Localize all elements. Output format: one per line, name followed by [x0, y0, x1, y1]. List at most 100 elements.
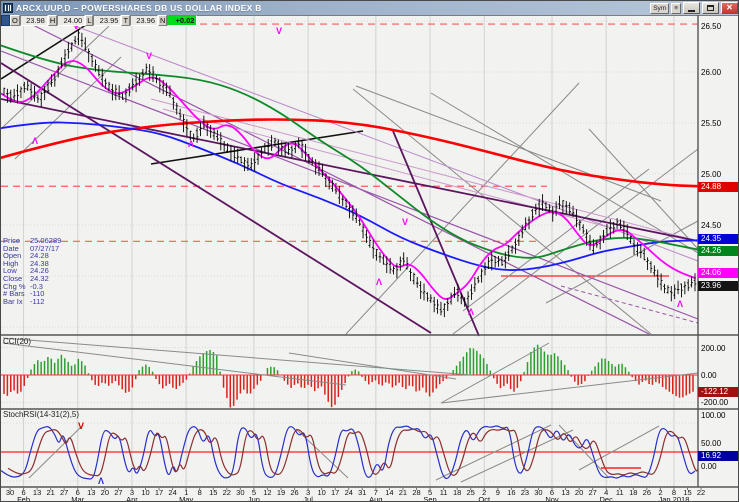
- quote-label: H: [48, 15, 57, 26]
- tick-day-label: 26: [290, 488, 298, 497]
- close-icon: ✕: [726, 4, 733, 12]
- tick-day-label: 9: [496, 488, 500, 497]
- tick-day-label: 27: [114, 488, 122, 497]
- tick-day-label: 13: [33, 488, 41, 497]
- quote-label: O: [10, 15, 20, 26]
- trendline[interactable]: [431, 93, 698, 253]
- tick-day-label: 21: [399, 488, 407, 497]
- tick-day-label: 31: [358, 488, 366, 497]
- tick-day-label: 18: [629, 488, 637, 497]
- close-button[interactable]: ✕: [721, 2, 738, 14]
- tick-day-label: 20: [101, 488, 109, 497]
- tick-month-label: Jun: [248, 495, 260, 502]
- restore-icon: [707, 5, 714, 11]
- stoch-pivot-marker: Λ: [98, 476, 104, 486]
- price-axis[interactable]: 26.5026.0025.5025.0024.50200.000.00-200.…: [698, 15, 739, 487]
- tick-day-label: 13: [561, 488, 569, 497]
- pivot-marker: Λ: [468, 307, 474, 317]
- pivot-marker: Λ: [677, 299, 683, 309]
- time-axis[interactable]: 306Feb1321276Mar1320273Apr1017241May8152…: [6, 487, 705, 502]
- tick-day-label: 27: [588, 488, 596, 497]
- tick-day-label: 24: [345, 488, 353, 497]
- axis-label: 50.00: [701, 439, 721, 448]
- pivot-marker: V: [146, 51, 152, 61]
- cci-histogram: [4, 345, 693, 408]
- tick-day-label: 24: [168, 488, 176, 497]
- MA-magenta-10: [1, 61, 695, 299]
- quote-field-T: T23.96: [121, 15, 158, 26]
- quote-field-H: H24.00: [48, 15, 85, 26]
- tick-day-label: 15: [683, 488, 691, 497]
- axis-label: 0.00: [701, 371, 717, 380]
- tick-day-label: 17: [155, 488, 163, 497]
- trendline[interactable]: [1, 51, 698, 319]
- quote-bar: O23.98H24.00L23.95T23.96N+0.02: [1, 15, 197, 26]
- tick-day-label: 10: [317, 488, 325, 497]
- chart-canvas[interactable]: VVVVΛΛΛΛΛVΛ306Feb1321276Mar1320273Apr101…: [1, 1, 739, 502]
- cci-trendline[interactable]: [3, 338, 471, 375]
- quote-value: 23.98: [20, 15, 48, 26]
- trendline[interactable]: [356, 86, 661, 201]
- cci-pane-label: CCI(20): [3, 337, 31, 346]
- axis-value-badge: 24.88: [698, 182, 739, 192]
- data-readout-panel: Price25.06289Date07/27/17Open24.28High24…: [3, 237, 61, 305]
- candlestick-chart-icon: [3, 3, 13, 13]
- axis-value-badge: -122.12: [698, 387, 739, 397]
- quote-label: N: [158, 15, 167, 26]
- tick-month-label: Mar: [71, 495, 84, 502]
- pivot-marker: V: [276, 26, 282, 36]
- quote-label: T: [121, 15, 130, 26]
- minimize-button[interactable]: [683, 2, 700, 14]
- pivot-marker: Λ: [376, 277, 382, 287]
- axis-value-badge: 24.06: [698, 268, 739, 278]
- restore-button[interactable]: [702, 2, 719, 14]
- MA-green-20: [1, 46, 698, 258]
- axis-label: 25.00: [701, 170, 721, 179]
- window-title: ARCX.UUP,D – POWERSHARES DB US DOLLAR IN…: [16, 3, 262, 13]
- axis-label: 26.50: [701, 22, 721, 31]
- quote-value: 23.95: [93, 15, 121, 26]
- axis-value-badge: 24.35: [698, 234, 739, 244]
- tick-day-label: 10: [141, 488, 149, 497]
- axis-label: 0.00: [701, 462, 717, 471]
- readout-value: -112: [30, 297, 44, 306]
- price-bars: [3, 30, 697, 317]
- trendline[interactable]: [546, 221, 698, 303]
- quote-field-O: O23.98: [10, 15, 48, 26]
- tick-day-label: 21: [46, 488, 54, 497]
- tick-day-label: 17: [331, 488, 339, 497]
- minimize-icon: [688, 10, 695, 12]
- tick-day-label: 25: [467, 488, 475, 497]
- trendline[interactable]: [1, 63, 431, 333]
- axis-label: 200.00: [701, 344, 725, 353]
- chart-window: ARCX.UUP,D – POWERSHARES DB US DOLLAR IN…: [0, 0, 739, 502]
- readout-row: Bar Ix-112: [3, 298, 61, 306]
- tick-day-label: 28: [412, 488, 420, 497]
- tick-day-label: 20: [575, 488, 583, 497]
- trendline[interactable]: [1, 99, 698, 241]
- axis-label: 25.50: [701, 119, 721, 128]
- axis-value-badge: 23.96: [698, 281, 739, 291]
- tick-day-label: 8: [198, 488, 202, 497]
- tick-day-label: 13: [87, 488, 95, 497]
- tick-day-label: 27: [60, 488, 68, 497]
- tick-month-label: Sep: [423, 495, 436, 502]
- quote-field-net: N+0.02: [158, 15, 197, 26]
- tick-month-label: Dec: [600, 495, 614, 502]
- tick-day-label: 11: [616, 488, 624, 497]
- pivot-marker: Λ: [32, 136, 38, 146]
- title-bar[interactable]: ARCX.UUP,D – POWERSHARES DB US DOLLAR IN…: [1, 1, 739, 15]
- tick-day-label: 30: [6, 488, 14, 497]
- quote-value: 23.96: [130, 15, 158, 26]
- sym-button[interactable]: Sym: [650, 3, 669, 14]
- trendline[interactable]: [589, 129, 698, 249]
- tick-month-label: Aug: [369, 495, 382, 502]
- pivot-marker: Λ: [188, 139, 194, 149]
- tick-day-label: 30: [236, 488, 244, 497]
- tick-day-label: 12: [263, 488, 271, 497]
- pane-handle[interactable]: [1, 15, 10, 26]
- cci-trendline[interactable]: [441, 373, 698, 403]
- tick-month-label: Nov: [545, 495, 559, 502]
- chart-tool-button[interactable]: ≡: [671, 3, 681, 14]
- quote-field-L: L23.95: [85, 15, 121, 26]
